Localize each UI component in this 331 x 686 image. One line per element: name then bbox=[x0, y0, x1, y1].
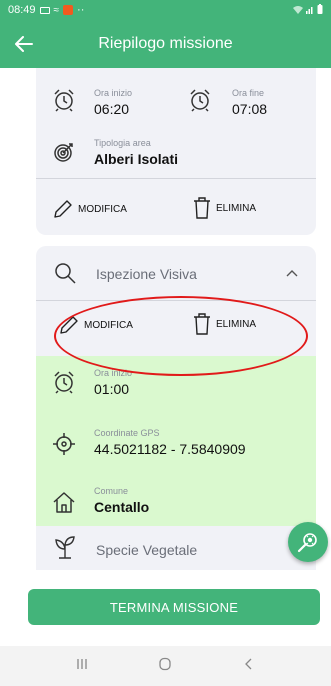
comune-value: Centallo bbox=[94, 499, 150, 515]
recent-apps-icon bbox=[77, 658, 87, 669]
page-title: Riepilogo missione bbox=[98, 35, 233, 52]
trash-icon bbox=[194, 313, 210, 335]
inspection-start-label: Ora inizio bbox=[94, 368, 133, 378]
house-icon bbox=[53, 492, 75, 513]
back-button[interactable] bbox=[0, 20, 48, 68]
area-type-label: Tipologia area bbox=[94, 138, 151, 148]
species-section-header[interactable]: Specie Vegetale bbox=[36, 526, 316, 570]
inspection-card: Ispezione Visiva MODIFICA ELIMINA bbox=[36, 246, 316, 356]
image-notification-icon bbox=[39, 6, 50, 14]
alarm-clock-icon bbox=[54, 371, 74, 394]
link-notification-icon: ≈ bbox=[53, 4, 60, 16]
system-nav-bar bbox=[0, 646, 331, 686]
crosshair-icon bbox=[53, 433, 75, 455]
mission-summary-content[interactable]: Ora inizio 06:20 Ora fine 07:08 Tipologi… bbox=[0, 68, 331, 570]
battery-icon bbox=[317, 4, 323, 16]
trash-icon bbox=[194, 197, 210, 219]
inspection-start-value: 01:00 bbox=[94, 381, 130, 397]
wifi-icon bbox=[293, 5, 303, 16]
pencil-icon bbox=[60, 316, 78, 334]
alarm-clock-icon bbox=[54, 89, 74, 112]
back-chevron-icon bbox=[245, 658, 252, 669]
plant-icon bbox=[55, 536, 75, 559]
area-type-value: Alberi Isolati bbox=[94, 151, 179, 167]
end-time-field: Ora fine 07:08 bbox=[232, 88, 267, 118]
home-button[interactable] bbox=[158, 657, 172, 676]
status-time: 08:49 bbox=[8, 4, 36, 16]
alarm-clock-icon bbox=[190, 89, 210, 112]
area-type-field: Tipologia area Alberi Isolati bbox=[94, 138, 178, 168]
delete-inspection-button[interactable]: ELIMINA bbox=[192, 312, 256, 336]
status-bar: 08:49 ≈ ·· bbox=[0, 0, 331, 20]
inspection-header[interactable]: Ispezione Visiva bbox=[36, 246, 316, 300]
inspection-title: Ispezione Visiva bbox=[96, 266, 197, 282]
start-time-label: Ora inizio bbox=[94, 88, 133, 98]
card-divider bbox=[36, 178, 316, 179]
recent-apps-button[interactable] bbox=[75, 657, 89, 676]
delete-label: ELIMINA bbox=[216, 202, 257, 214]
app-notification-icon bbox=[63, 5, 74, 15]
gps-field: Coordinate GPS 44.5021182 - 7.5840909 bbox=[94, 428, 246, 458]
comune-field: Comune Centallo bbox=[94, 486, 149, 516]
target-icon bbox=[54, 143, 73, 162]
card-divider bbox=[36, 300, 316, 301]
comune-label: Comune bbox=[94, 486, 129, 496]
search-icon bbox=[55, 263, 76, 284]
add-species-fab[interactable] bbox=[288, 522, 328, 562]
end-time-label: Ora fine bbox=[232, 88, 265, 98]
status-more-dots: ·· bbox=[77, 4, 85, 16]
back-arrow-icon bbox=[15, 36, 33, 52]
pencil-icon bbox=[54, 200, 72, 218]
inspection-start-field: Ora inizio 01:00 bbox=[94, 368, 132, 398]
edit-label: MODIFICA bbox=[84, 319, 133, 331]
end-mission-button[interactable]: TERMINA MISSIONE bbox=[28, 589, 320, 625]
signal-icon bbox=[306, 5, 314, 16]
chevron-up-icon bbox=[286, 270, 298, 277]
delete-mission-button[interactable]: ELIMINA bbox=[192, 196, 256, 220]
gps-label: Coordinate GPS bbox=[94, 428, 160, 438]
back-nav-button[interactable] bbox=[242, 657, 256, 676]
start-time-field: Ora inizio 06:20 bbox=[94, 88, 132, 118]
home-icon bbox=[159, 657, 172, 670]
end-time-value: 07:08 bbox=[232, 101, 268, 117]
delete-label: ELIMINA bbox=[216, 318, 257, 330]
app-bar: Riepilogo missione bbox=[0, 20, 331, 68]
edit-mission-button[interactable]: MODIFICA bbox=[52, 198, 127, 220]
edit-inspection-button[interactable]: MODIFICA bbox=[58, 314, 133, 336]
magnifier-bug-icon bbox=[297, 533, 317, 553]
species-title: Specie Vegetale bbox=[96, 542, 198, 558]
start-time-value: 06:20 bbox=[94, 101, 130, 117]
edit-label: MODIFICA bbox=[78, 203, 127, 215]
gps-value: 44.5021182 - 7.5840909 bbox=[94, 441, 246, 457]
mission-details-card: Ora inizio 06:20 Ora fine 07:08 Tipologi… bbox=[36, 68, 316, 235]
